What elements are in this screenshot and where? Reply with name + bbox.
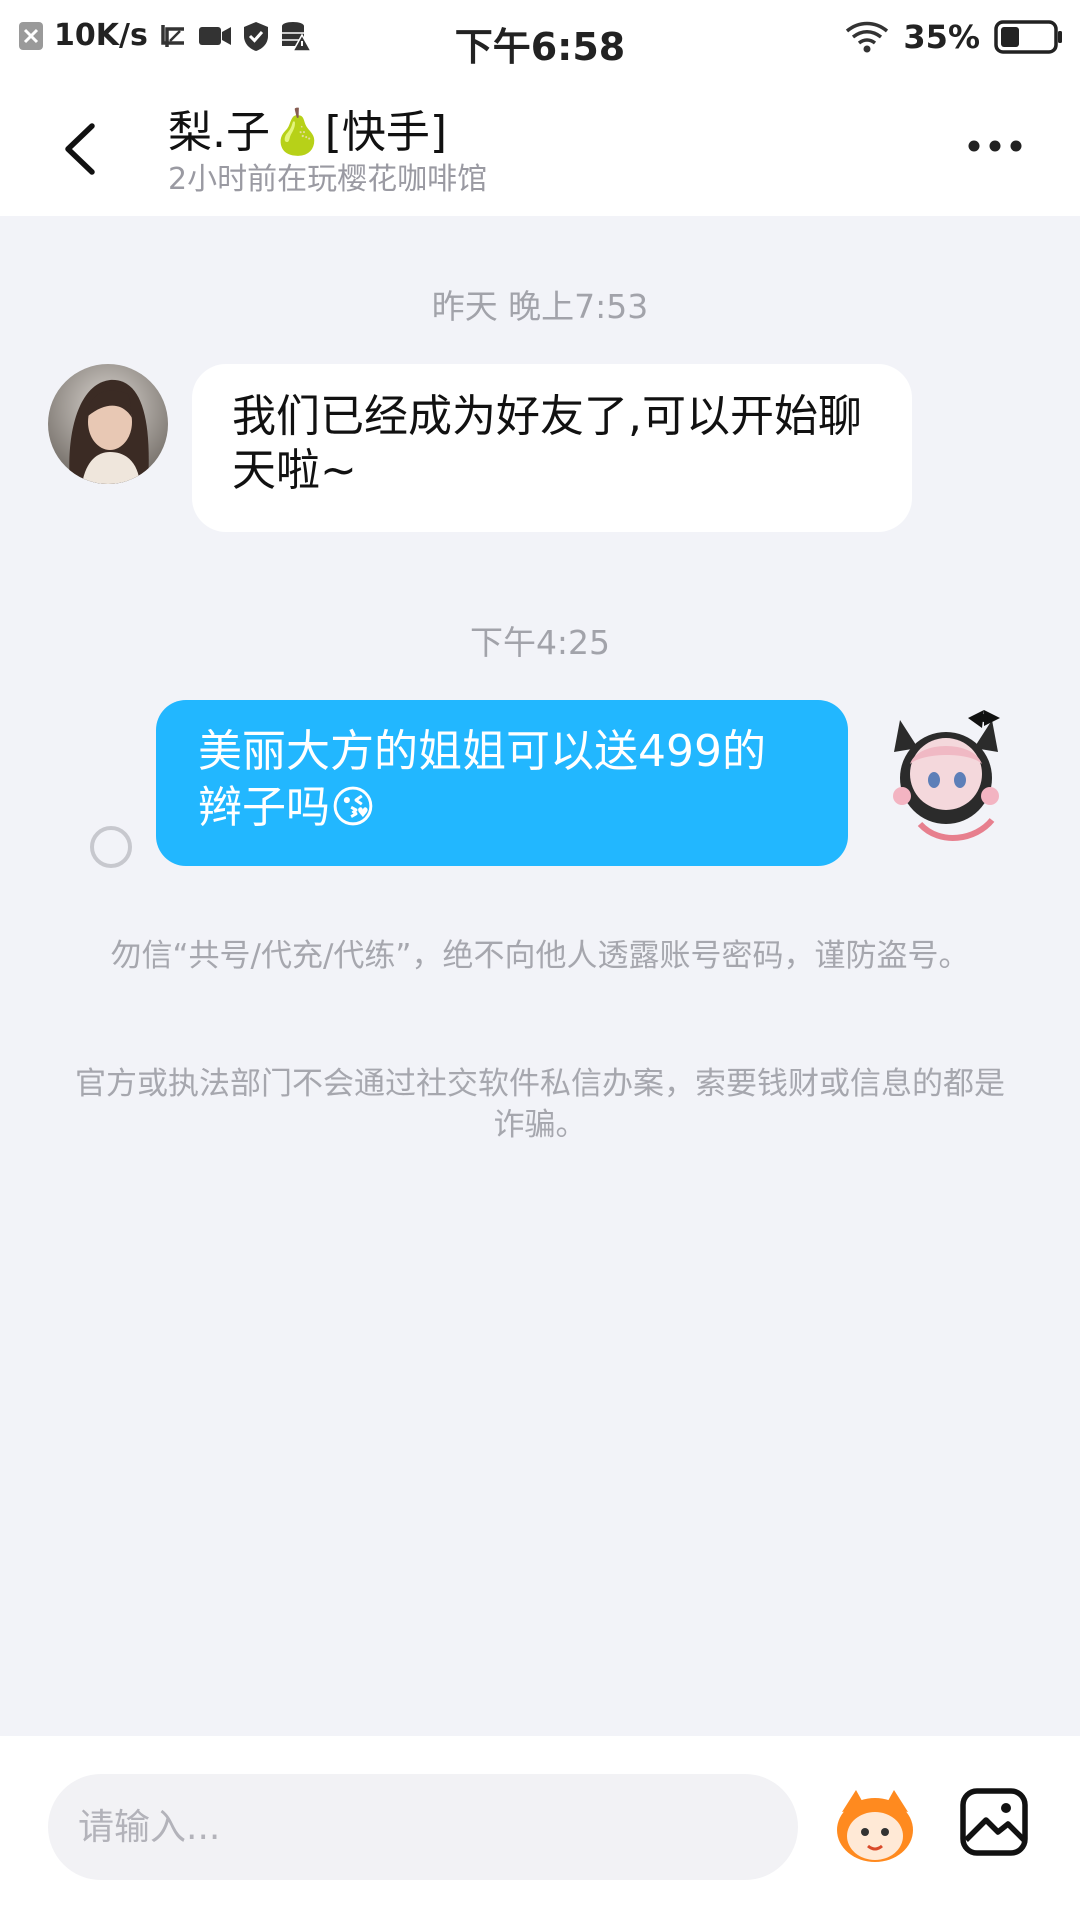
- back-button[interactable]: [52, 114, 112, 184]
- image-icon: [960, 1788, 1028, 1856]
- anime-cat-avatar: [893, 710, 1000, 841]
- image-button[interactable]: [958, 1786, 1030, 1858]
- outgoing-message-text: 美丽大方的姐姐可以送499的辫子吗😘: [198, 726, 766, 833]
- message-timestamp: 下午4:25: [469, 623, 611, 662]
- wifi-icon: [845, 21, 889, 53]
- chat-area[interactable]: 昨天 晚上7:53 我们已经成为好友了,可以开始聊天啦~ 下午4:25 美丽大方…: [0, 216, 1080, 1736]
- more-dots-icon: [968, 140, 1022, 152]
- incoming-message-text: 我们已经成为好友了,可以开始聊天啦~: [232, 391, 862, 496]
- more-options-button[interactable]: [960, 116, 1030, 176]
- back-arrow-icon: [65, 123, 95, 175]
- message-timestamp: 昨天 晚上7:53: [431, 287, 649, 326]
- contact-name[interactable]: 梨.子🍐[快手]: [168, 96, 447, 160]
- status-bar: 10K/s 下午6:58 35%: [0, 0, 1080, 76]
- contact-avatar[interactable]: [48, 364, 168, 484]
- incoming-message-bubble[interactable]: 我们已经成为好友了,可以开始聊天啦~: [192, 364, 912, 532]
- message-input-bar: [0, 1736, 1080, 1920]
- security-notice: 勿信“共号/代充/代练”，绝不向他人透露账号密码，谨防盗号。: [110, 938, 970, 974]
- status-right-group: 35%: [845, 18, 1064, 56]
- battery-icon: [994, 20, 1064, 54]
- sticker-mascot-icon: [837, 1790, 913, 1862]
- outgoing-message-bubble[interactable]: 美丽大方的姐姐可以送499的辫子吗😘: [156, 700, 848, 866]
- user-avatar[interactable]: [880, 700, 1010, 850]
- sticker-button[interactable]: [830, 1786, 920, 1866]
- battery-fill: [1001, 27, 1019, 47]
- chat-header: 梨.子🍐[快手] 2小时前在玩樱花咖啡馆: [0, 76, 1080, 216]
- activity-status: 2小时前在玩樱花咖啡馆: [168, 162, 488, 197]
- contact-photo: [48, 364, 168, 484]
- message-select-radio[interactable]: [90, 826, 132, 868]
- fraud-notice: 官方或执法部门不会通过社交软件私信办案，索要钱财或信息的都是诈骗。: [75, 1066, 1005, 1143]
- battery-percent: 35%: [903, 18, 980, 56]
- message-input[interactable]: [48, 1774, 798, 1880]
